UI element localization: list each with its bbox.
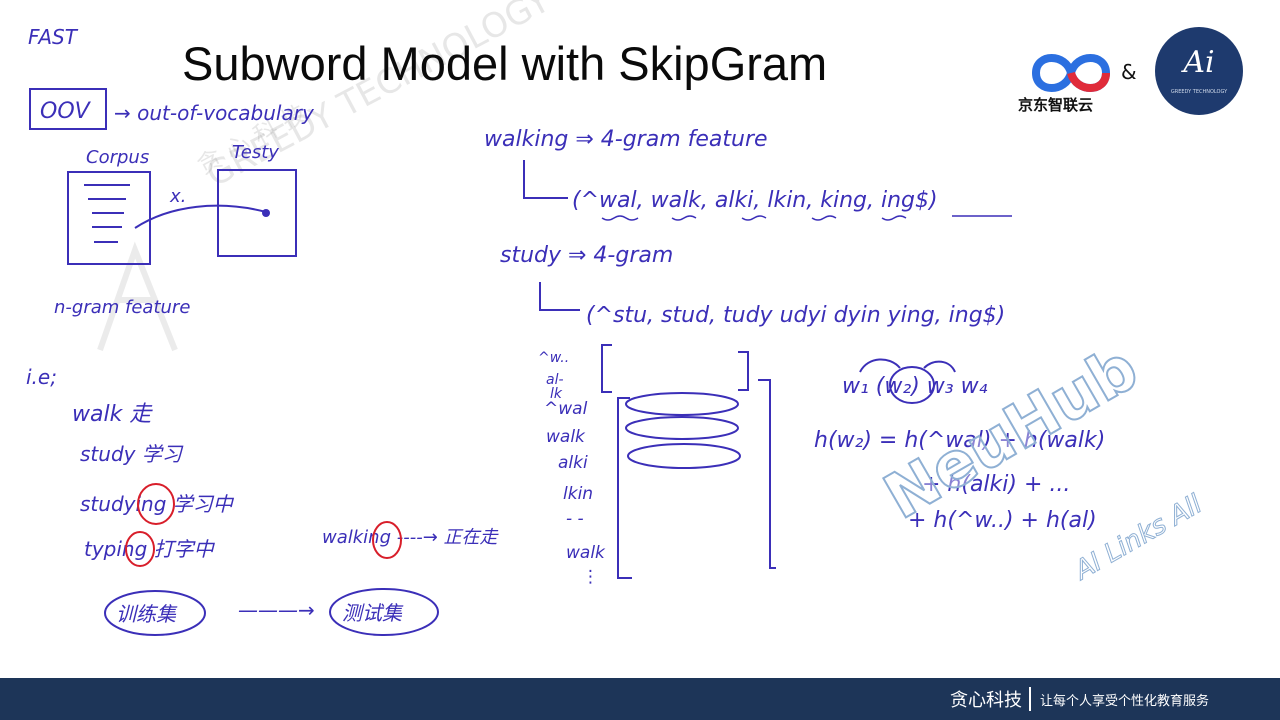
note-fast: FAST (28, 25, 79, 49)
corpus-lines (84, 184, 130, 243)
note-skip-words: w₁ (w₂) w₃ w₄ (842, 374, 988, 399)
note-study-4gram: study ⇒ 4-gram (500, 243, 673, 268)
note-walk: walk 走 (72, 402, 153, 427)
note-test: Testy (232, 142, 279, 163)
footer-separator (1029, 687, 1031, 711)
note-oov-expansion: → out-of-vocabulary (114, 101, 315, 125)
note-walking-arrow: walking ----→ 正在走 (322, 527, 500, 548)
stack-frame-left (617, 397, 632, 579)
footer-bar: 贪心科技 让每个人享受个性化教育服务 (0, 678, 1280, 720)
note-ngram-feature: n-gram feature (54, 297, 190, 318)
stack-frame-right (758, 379, 776, 569)
stack-items: ^w..al-lk^walwalkalkilkin- -walk⋮ (538, 350, 606, 587)
stack-bracket-left (601, 344, 612, 393)
stack-item: ^wal (544, 399, 588, 419)
stack-item: ⋮ (582, 567, 599, 587)
walking-hook-arrow (523, 160, 568, 199)
footer-slogan: 让每个人享受个性化教育服务 (1040, 694, 1210, 709)
note-oov: OOV (40, 99, 92, 124)
footer-brand: 贪心科技 (950, 690, 1022, 711)
note-test-set: 测试集 (342, 601, 404, 625)
skip-arc-right (923, 360, 956, 373)
note-arrow-long: ———→ (238, 598, 315, 622)
stack-item: ^w.. (538, 350, 569, 366)
stack-bracket-right (738, 351, 749, 391)
note-study-grams: (^stu, stud, tudy udyi dyin ying, ing$) (586, 303, 1005, 328)
corpus-test-arrow (134, 204, 267, 229)
note-x-mark: x. (169, 186, 186, 207)
stack-item: - - (566, 509, 584, 529)
study-hook-arrow (539, 282, 580, 311)
note-train-set: 训练集 (116, 602, 178, 626)
stack-oval-2 (625, 416, 739, 440)
note-walking-grams: (^wal, walk, alki, lkin, king, ing$) (572, 188, 938, 213)
note-walking-4gram: walking ⇒ 4-gram feature (484, 127, 768, 152)
test-dot (262, 209, 270, 217)
slide-canvas: GREEDY TECHNOLOGY 贪 心 科 技 Subword Model … (0, 0, 1280, 720)
stack-item: lkin (563, 484, 593, 504)
skip-arc-left (859, 358, 901, 373)
stack-oval-3 (627, 443, 741, 469)
note-corpus: Corpus (86, 147, 149, 168)
note-typing: typing 打字中 (84, 537, 216, 561)
stack-item: walk (566, 543, 606, 563)
stack-item: walk (546, 427, 586, 447)
note-study: study 学习 (80, 442, 184, 466)
test-box (217, 169, 297, 257)
walking-grams-underline (601, 215, 1012, 221)
stack-item: alki (558, 453, 588, 473)
note-studying: studying 学习中 (80, 492, 235, 516)
note-ie: i.e; (26, 365, 57, 389)
stack-oval-1 (625, 392, 739, 416)
